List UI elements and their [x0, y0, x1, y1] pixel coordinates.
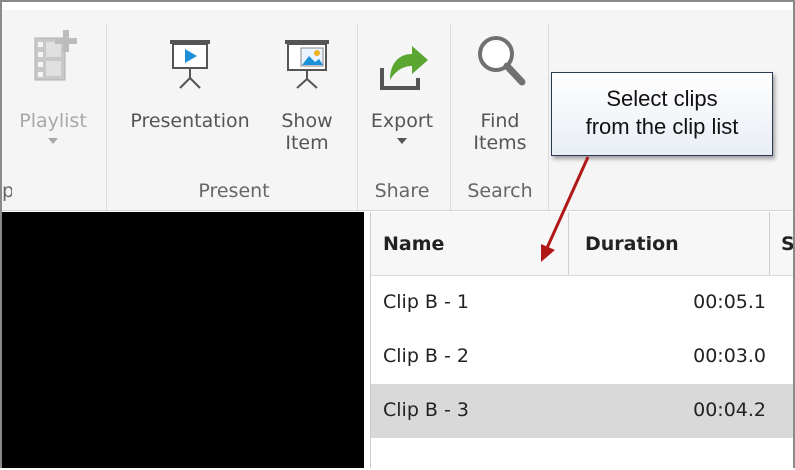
show-item-label-1: Show [281, 110, 333, 132]
ribbon-separator [106, 24, 107, 216]
callout-box: Select clips from the clip list [551, 72, 773, 156]
find-items-label-1: Find [480, 110, 520, 132]
presentation-label: Presentation [130, 110, 250, 132]
top-strip [2, 2, 793, 10]
group-label-partial: p [2, 180, 12, 202]
column-header-s[interactable]: S [781, 233, 793, 255]
group-label-share: Share [374, 180, 430, 202]
ribbon-separator [548, 24, 549, 216]
projector-play-icon [170, 40, 210, 89]
clip-name: Clip B - 2 [383, 345, 469, 367]
show-item-label-2: Item [285, 132, 329, 154]
ribbon-separator [357, 24, 358, 216]
find-items-button[interactable]: Find Items [456, 22, 544, 154]
presentation-button[interactable]: Presentation [118, 22, 262, 132]
chevron-down-icon [48, 138, 58, 144]
playlist-label: Playlist [19, 110, 87, 132]
table-row[interactable]: Clip B - 2 00:03.0 [371, 330, 793, 384]
callout-line-1: Select clips [606, 86, 718, 111]
clip-name: Clip B - 3 [383, 399, 469, 421]
projector-image-icon [285, 40, 329, 89]
group-label-present: Present [198, 180, 270, 202]
column-header-duration[interactable]: Duration [585, 233, 679, 255]
table-row-selected[interactable]: Clip B - 3 00:04.2 [371, 384, 793, 438]
column-header-name[interactable]: Name [383, 233, 444, 255]
find-items-label-2: Items [473, 132, 527, 154]
export-arrow-icon [380, 46, 428, 90]
clip-duration: 00:04.2 [693, 399, 766, 421]
ribbon-separator [450, 24, 451, 216]
clip-list-header: Name Duration S [371, 212, 793, 276]
video-preview[interactable] [2, 212, 364, 468]
show-item-button[interactable]: Show Item [266, 22, 348, 154]
callout-line-2: from the clip list [585, 114, 739, 139]
clip-duration: 00:05.1 [693, 291, 766, 313]
group-label-search: Search [467, 180, 533, 202]
clip-name: Clip B - 1 [383, 291, 469, 313]
column-divider[interactable] [568, 212, 569, 275]
playlist-add-icon [34, 30, 77, 81]
clip-duration: 00:03.0 [693, 345, 766, 367]
app-window: Playlist Presentation Show Item Present … [0, 0, 795, 468]
playlist-button[interactable]: Playlist [10, 22, 96, 144]
magnifier-icon [478, 36, 526, 86]
column-divider[interactable] [769, 212, 770, 275]
clip-list[interactable]: Name Duration S Clip B - 1 00:05.1 Clip … [370, 212, 793, 468]
export-label: Export [370, 110, 434, 132]
chevron-down-icon [397, 138, 407, 144]
export-button[interactable]: Export [362, 22, 442, 144]
table-row[interactable]: Clip B - 1 00:05.1 [371, 276, 793, 330]
